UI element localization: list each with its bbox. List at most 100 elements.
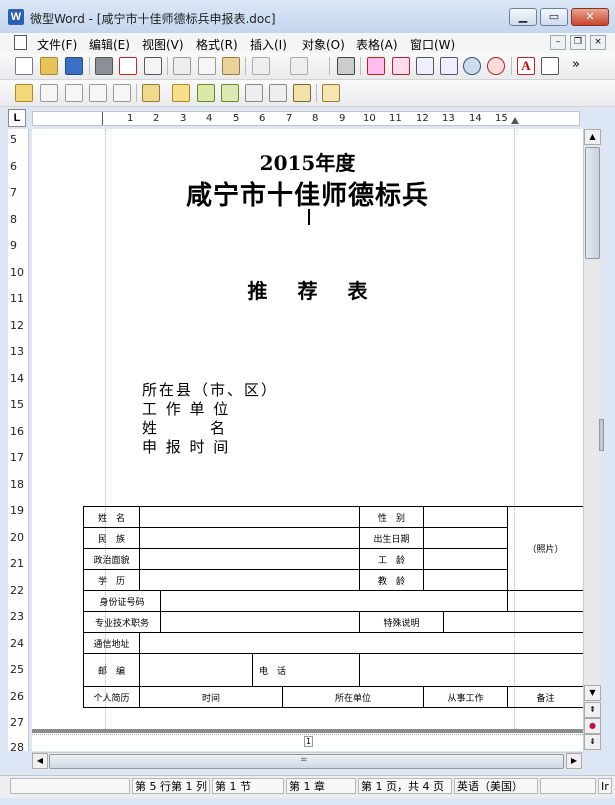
menu-file[interactable]: 文件(F): [37, 36, 77, 53]
cut-icon[interactable]: [173, 57, 191, 75]
minimize-button[interactable]: ▁: [509, 8, 537, 26]
redo-icon[interactable]: [290, 57, 308, 75]
cell-teach-age[interactable]: [423, 569, 508, 591]
scroll-right-button[interactable]: ▶: [566, 753, 582, 769]
pencil-icon[interactable]: [245, 84, 263, 102]
vertical-scroll-thumb[interactable]: [585, 147, 600, 259]
doc-minimize-button[interactable]: –: [550, 35, 566, 50]
menu-view[interactable]: 视图(V): [142, 36, 184, 53]
pdf-icon[interactable]: [119, 57, 137, 75]
cell-address[interactable]: [139, 632, 583, 654]
doc-close-button[interactable]: ×: [590, 35, 606, 50]
more-tools-icon[interactable]: »: [567, 57, 585, 75]
pen-icon[interactable]: [221, 84, 239, 102]
zoom-icon[interactable]: [463, 57, 481, 75]
toolbar-separator: [245, 57, 246, 75]
percent-zoom-icon[interactable]: [487, 57, 505, 75]
menu-window[interactable]: 窗口(W): [410, 36, 455, 53]
page-view-icon[interactable]: [416, 57, 434, 75]
print-preview-icon[interactable]: [144, 57, 162, 75]
clipboard-icon[interactable]: [142, 84, 160, 102]
cell-special-note[interactable]: [443, 611, 583, 633]
vertical-scrollbar[interactable]: ▲ ▼ ⇞ ● ⇟: [583, 129, 604, 751]
cell-ethnicity[interactable]: [139, 527, 360, 549]
maximize-button[interactable]: ▭: [540, 8, 568, 26]
label-phone: 电 话: [252, 653, 360, 687]
doc-restore-button[interactable]: ❐: [570, 35, 586, 50]
undo-icon[interactable]: [252, 57, 270, 75]
paste-icon[interactable]: [222, 57, 240, 75]
horizontal-scrollbar[interactable]: ◀ = ▶: [32, 752, 583, 770]
browse-object-button[interactable]: ●: [584, 718, 601, 734]
print-icon[interactable]: [95, 57, 113, 75]
copy-icon[interactable]: [198, 57, 216, 75]
cell-gender[interactable]: [423, 506, 508, 528]
photo-cell[interactable]: （照片）: [507, 506, 583, 591]
menu-object[interactable]: 对象(O): [302, 36, 345, 53]
note-icon[interactable]: [113, 84, 131, 102]
cell-id-number[interactable]: [160, 590, 508, 612]
right-indent-marker[interactable]: [511, 117, 519, 124]
label-birth: 出生日期: [359, 527, 424, 549]
horizontal-scroll-thumb[interactable]: =: [49, 754, 564, 769]
document-area[interactable]: 2015年度 咸宁市十佳师德标兵 推荐表 所在县（市、区） 工 作 单 位 姓 …: [32, 129, 583, 751]
ruler-tick: 10: [363, 113, 376, 124]
two-page-icon[interactable]: [440, 57, 458, 75]
scroll-up-button[interactable]: ▲: [584, 129, 601, 145]
cell-phone[interactable]: [359, 653, 583, 687]
save-icon[interactable]: [65, 57, 83, 75]
edit-comment-icon[interactable]: [40, 84, 58, 102]
cell-name[interactable]: [139, 506, 360, 528]
ruler-tick: 18: [10, 478, 24, 491]
open-folder-icon[interactable]: [40, 57, 58, 75]
pen-check-icon[interactable]: [197, 84, 215, 102]
document-icon[interactable]: [14, 35, 27, 50]
ruler-tick: 27: [10, 716, 24, 729]
find-icon[interactable]: [337, 57, 355, 75]
star-pen-icon[interactable]: [172, 84, 190, 102]
notepad-icon[interactable]: [293, 84, 311, 102]
next-page-button[interactable]: ⇟: [584, 734, 601, 750]
application-form-table[interactable]: 姓 名 性 别 （照片） 民 族 出生日期 政治面貌 工 龄 学 历 教 龄 身…: [83, 506, 583, 708]
scroll-down-button[interactable]: ▼: [584, 685, 601, 701]
menu-format[interactable]: 格式(R): [196, 36, 238, 53]
new-doc-icon[interactable]: [15, 57, 33, 75]
ruler-tick: 17: [10, 451, 24, 464]
cell-politics[interactable]: [139, 548, 360, 570]
label-name: 姓 名: [83, 506, 140, 528]
track-changes-icon[interactable]: [322, 84, 340, 102]
maximize-icon: ▭: [548, 10, 560, 23]
cell-postcode[interactable]: [139, 653, 253, 687]
doc-main-title: 咸宁市十佳师德标兵: [185, 181, 429, 211]
menu-insert[interactable]: 插入(I): [250, 36, 287, 53]
cell-birth[interactable]: [423, 527, 508, 549]
one-to-one-icon[interactable]: [367, 57, 385, 75]
scroll-left-button[interactable]: ◀: [32, 753, 48, 769]
ruler-tick: 4: [206, 113, 213, 124]
next-page[interactable]: 1: [32, 733, 583, 751]
left-indent-marker[interactable]: [102, 112, 103, 125]
prev-page-button[interactable]: ⇞: [584, 702, 601, 718]
cell-title[interactable]: [160, 611, 360, 633]
ruler-tick: 6: [10, 160, 17, 173]
cell-work-age[interactable]: [423, 548, 508, 570]
split-handle[interactable]: [599, 419, 604, 451]
highlight-icon[interactable]: [15, 84, 33, 102]
delete-comment-icon[interactable]: [65, 84, 83, 102]
menu-table[interactable]: 表格(A): [356, 36, 398, 53]
page-width-icon[interactable]: [392, 57, 410, 75]
paragraph-icon[interactable]: [541, 57, 559, 75]
cell-id-extra[interactable]: [507, 590, 583, 612]
link-icon[interactable]: [89, 84, 107, 102]
horizontal-ruler[interactable]: 1 2 3 4 5 6 7 8 9 10 11 12 13 14 15: [32, 111, 580, 126]
menu-edit[interactable]: 编辑(E): [89, 36, 130, 53]
close-button[interactable]: ✕: [571, 8, 609, 26]
eraser-pen-icon[interactable]: [269, 84, 287, 102]
toolbar-separator: [511, 57, 512, 75]
label-id-number: 身份证号码: [83, 590, 161, 612]
tab-stop-selector[interactable]: L: [8, 109, 26, 127]
cell-education[interactable]: [139, 569, 360, 591]
vertical-ruler[interactable]: 5 6 7 8 9 10 11 12 13 14 15 16 17 18 19 …: [8, 129, 29, 754]
font-icon[interactable]: A: [517, 57, 535, 75]
document-page[interactable]: 2015年度 咸宁市十佳师德标兵 推荐表 所在县（市、区） 工 作 单 位 姓 …: [32, 129, 583, 729]
